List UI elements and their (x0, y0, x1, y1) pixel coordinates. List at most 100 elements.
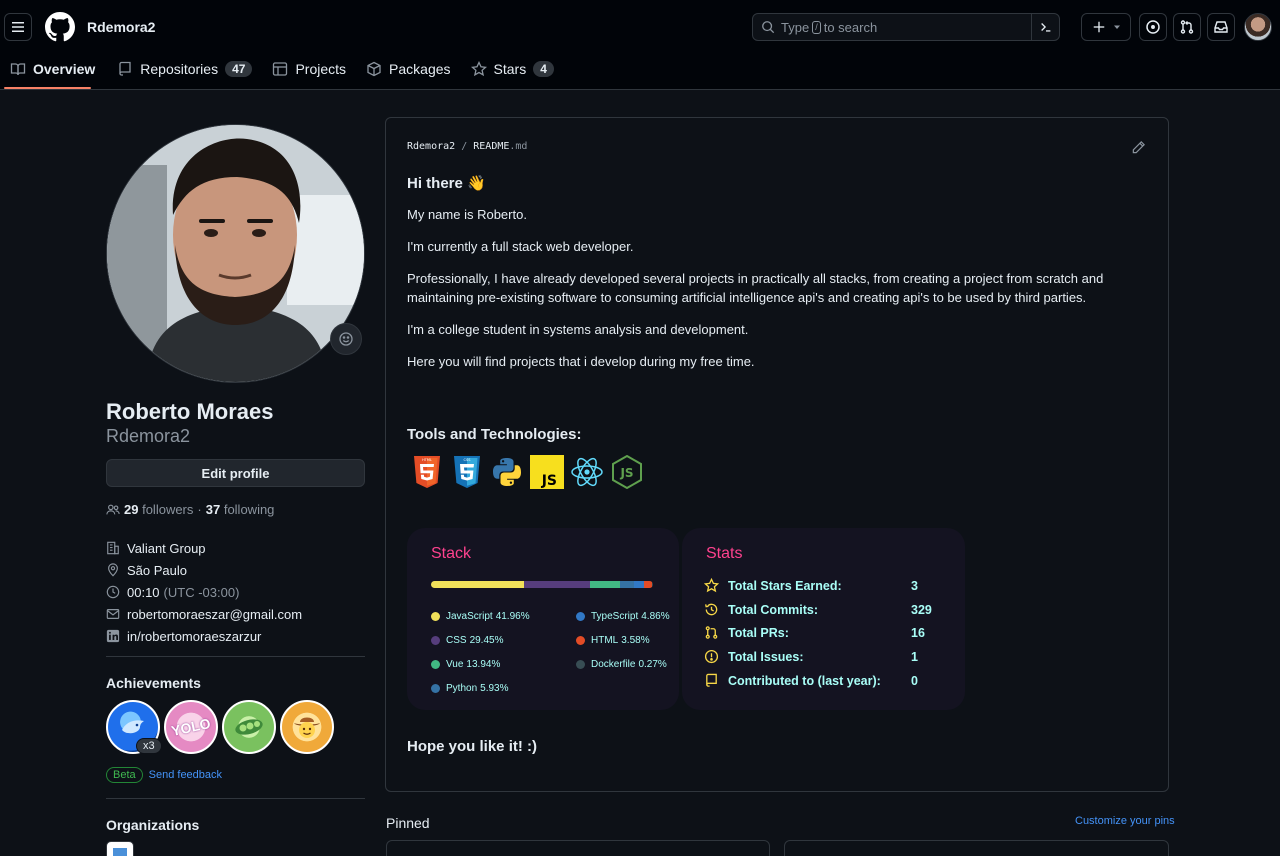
star-icon (704, 578, 719, 593)
tab-overview[interactable]: Overview (0, 54, 105, 84)
pinned-repo-card[interactable] (784, 840, 1169, 856)
language-percent: 41.96% (495, 611, 530, 622)
hamburger-icon (12, 22, 24, 32)
tab-projects-label: Projects (295, 61, 347, 77)
stack-card: Stack JavaScript 41.96% CSS 29.45% Vue 13.94%… (407, 528, 679, 710)
beta-label: Beta (106, 767, 143, 783)
command-palette-icon[interactable] (1031, 14, 1059, 40)
language-progress-bar (431, 581, 653, 588)
location-icon (108, 563, 118, 577)
nodejs-icon: JS (610, 455, 644, 489)
stat-label: Total Issues: (728, 649, 804, 664)
menu-button[interactable] (4, 13, 32, 41)
achievements-feedback: Beta Send feedback (106, 767, 222, 783)
user-avatar[interactable] (1244, 13, 1272, 41)
follow-stats: 29 followers · 37 following (106, 502, 274, 517)
stat-label: Total Commits: (728, 602, 819, 617)
search-input[interactable]: Type / to search (752, 13, 1060, 41)
profile-readme: Rdemora2 / README.md Hi there 👋 My name … (385, 117, 1169, 792)
achievement-yolo[interactable]: YOLO (164, 700, 218, 754)
github-logo-icon[interactable] (45, 12, 75, 42)
yolo-badge-text: YOLO (169, 715, 213, 739)
issues-button[interactable] (1139, 13, 1167, 41)
profile-avatar[interactable] (106, 124, 365, 383)
timezone-text: (UTC -03:00) (163, 584, 240, 600)
local-time-item: 00:10 (UTC -03:00) (106, 581, 365, 603)
smiley-icon (339, 332, 353, 346)
followers-link[interactable]: 29 followers (124, 502, 193, 517)
followers-label: followers (142, 502, 194, 517)
pencil-icon (1132, 141, 1145, 154)
stat-label: Total Stars Earned: (728, 578, 842, 593)
language-bar-segment (644, 581, 653, 588)
inbox-button[interactable] (1207, 13, 1235, 41)
language-name: JavaScript (446, 611, 493, 622)
achievement-quickdraw[interactable] (280, 700, 334, 754)
language-item: TypeScript 4.86% (576, 611, 670, 622)
readme-path-separator: / (461, 141, 468, 152)
readme-path: Rdemora2 / README.md (407, 141, 527, 152)
readme-paragraph: I'm a college student in systems analysi… (407, 322, 749, 337)
achievement-pull-shark[interactable]: x3 (106, 700, 162, 754)
tab-projects[interactable]: Projects (262, 54, 356, 84)
email-item: robertomoraeszar@gmail.com (106, 603, 365, 625)
pinned-repo-card[interactable] (386, 840, 770, 856)
readme-paragraph: Here you will find projects that i devel… (407, 354, 755, 369)
following-label: following (223, 502, 275, 517)
linkedin-link[interactable]: in/robertomoraeszarzur (127, 629, 261, 644)
language-percent: 29.45% (469, 635, 504, 646)
send-feedback-link[interactable]: Send feedback (149, 769, 222, 781)
language-bar-segment (633, 581, 645, 588)
language-item: JavaScript 41.96% (431, 611, 530, 622)
git-pull-request-icon (1180, 20, 1194, 34)
issue-opened-icon (1146, 20, 1160, 34)
local-time-text: 00:10 (127, 584, 160, 600)
stat-row-commits: Total Commits: 329 (704, 602, 932, 617)
tab-stars[interactable]: Stars 4 (461, 54, 564, 84)
readme-heading: Hi there 👋 (407, 175, 486, 192)
achievement-pair-extraordinaire[interactable] (222, 700, 276, 754)
profile-details: Valiant Group São Paulo 00:10 (UTC -03:0… (106, 537, 365, 647)
location-text: São Paulo (127, 562, 187, 578)
issue-icon (704, 649, 719, 664)
clock-icon (106, 585, 120, 599)
readme-closing: Hope you like it! :) (407, 738, 538, 755)
language-bar-segment (431, 581, 525, 588)
location-item: São Paulo (106, 559, 365, 581)
readme-file-name: README (473, 141, 510, 152)
header-username[interactable]: Rdemora2 (87, 19, 155, 35)
organization-avatar[interactable] (106, 841, 134, 856)
language-item: HTML 3.58% (576, 635, 650, 646)
plus-icon (1093, 21, 1104, 33)
create-new-button[interactable] (1081, 13, 1131, 41)
achievement-badges: x3 YOLO (106, 700, 334, 754)
cowboy-icon (294, 717, 320, 738)
svg-text:CSS: CSS (464, 458, 472, 462)
language-color-dot (576, 660, 585, 669)
email-link[interactable]: robertomoraeszar@gmail.com (127, 607, 302, 622)
pull-requests-button[interactable] (1173, 13, 1201, 41)
language-percent: 0.27% (638, 659, 667, 670)
tab-packages[interactable]: Packages (356, 54, 460, 84)
dot-separator: · (197, 502, 202, 517)
readme-owner-link[interactable]: Rdemora2 (407, 141, 455, 152)
profile-tabs: Overview Repositories 47 Projects Packag… (0, 54, 564, 90)
following-link[interactable]: 37 following (206, 502, 275, 517)
css3-icon: CSS (450, 455, 484, 489)
star-icon (470, 61, 487, 77)
tab-repositories[interactable]: Repositories 47 (107, 54, 262, 84)
table-icon (273, 62, 288, 76)
edit-profile-button[interactable]: Edit profile (106, 459, 365, 487)
language-name: Python (446, 683, 478, 694)
edit-readme-button[interactable] (1131, 140, 1146, 158)
language-color-dot (576, 612, 585, 621)
customize-pins-link[interactable]: Customize your pins (1075, 815, 1175, 827)
language-color-dot (431, 636, 440, 645)
stat-value: 0 (911, 673, 918, 688)
language-bar-segment (620, 581, 634, 588)
set-status-button[interactable] (330, 323, 362, 355)
repositories-count: 47 (225, 61, 253, 77)
achievements-title[interactable]: Achievements (106, 675, 201, 691)
company-text: Valiant Group (127, 540, 206, 556)
stat-value: 1 (911, 649, 918, 664)
